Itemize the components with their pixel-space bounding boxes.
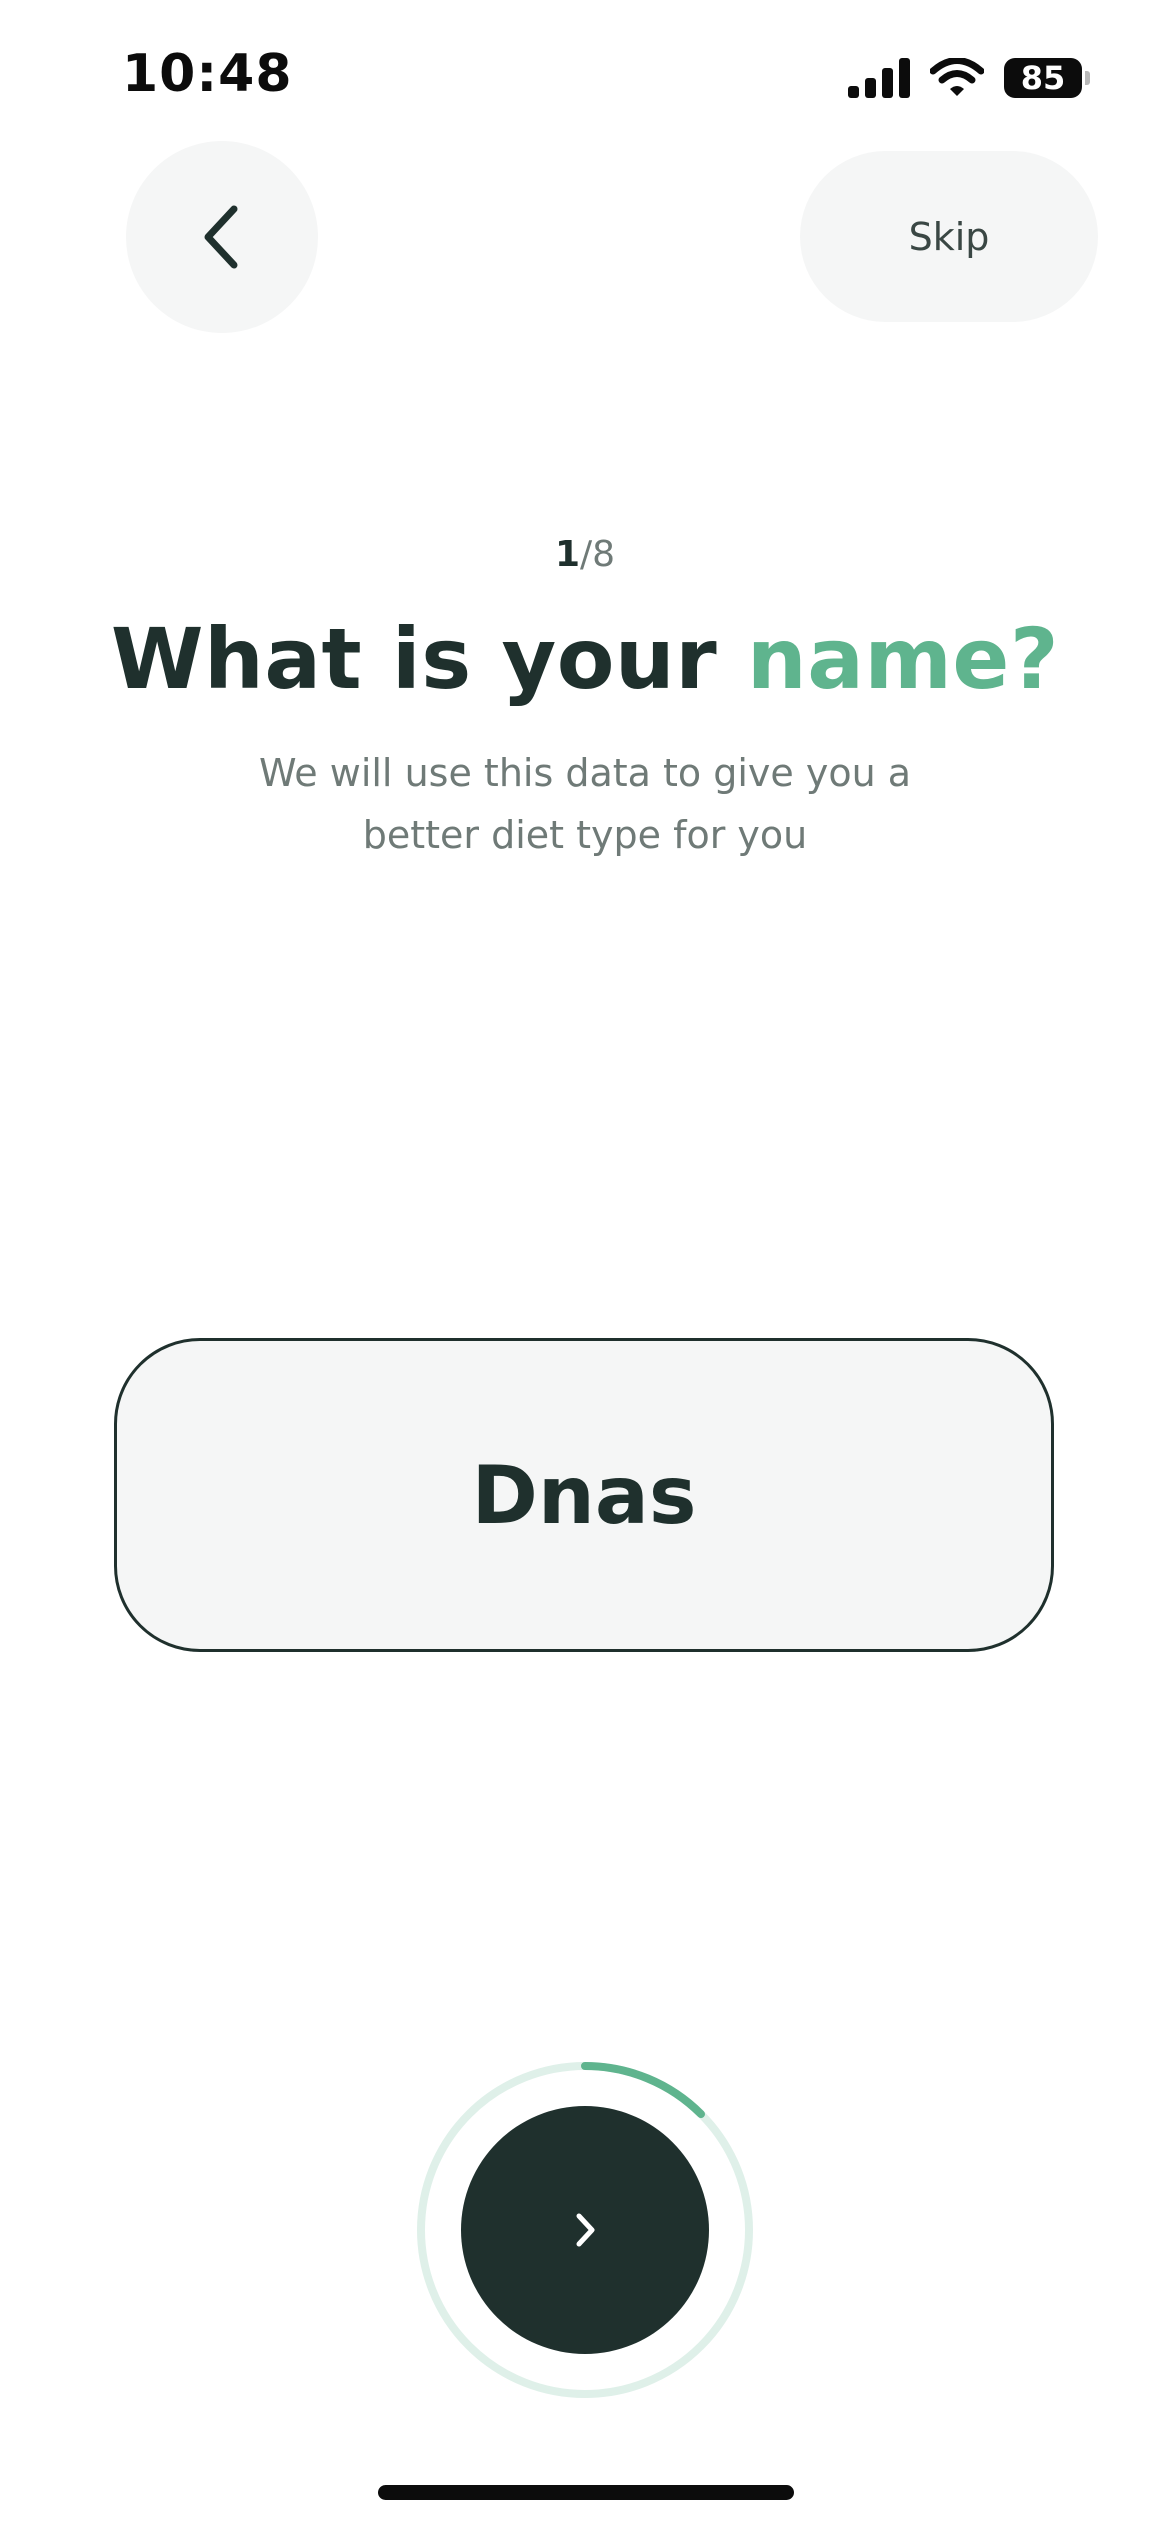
signal-icon: [848, 58, 910, 98]
next-button-wrapper: [413, 2058, 757, 2402]
home-indicator: [378, 2485, 794, 2500]
step-current: 1: [554, 534, 580, 575]
onboarding-name-screen: 10:48 85 Skip 1/8 What is your name? We …: [0, 0, 1170, 2532]
name-input[interactable]: [114, 1338, 1054, 1652]
wifi-icon: [930, 58, 984, 96]
question-title: What is your name?: [0, 610, 1170, 708]
status-time: 10:48: [122, 44, 293, 104]
battery-level: 85: [1004, 58, 1082, 98]
question-title-accent: name?: [746, 610, 1060, 708]
chevron-left-icon: [204, 205, 238, 269]
question-subtitle: We will use this data to give you a bett…: [258, 751, 912, 857]
chevron-right-icon: [576, 2213, 595, 2247]
next-button[interactable]: [461, 2106, 709, 2354]
back-button[interactable]: [126, 141, 318, 333]
battery-cap: [1085, 71, 1090, 85]
step-separator: /: [580, 534, 593, 575]
status-icons: 85: [848, 54, 1090, 102]
question-title-main: What is your: [110, 610, 747, 708]
step-total: 8: [592, 534, 616, 575]
skip-button[interactable]: Skip: [800, 151, 1098, 322]
step-counter: 1/8: [0, 534, 1170, 575]
battery-icon: 85: [1004, 58, 1090, 98]
